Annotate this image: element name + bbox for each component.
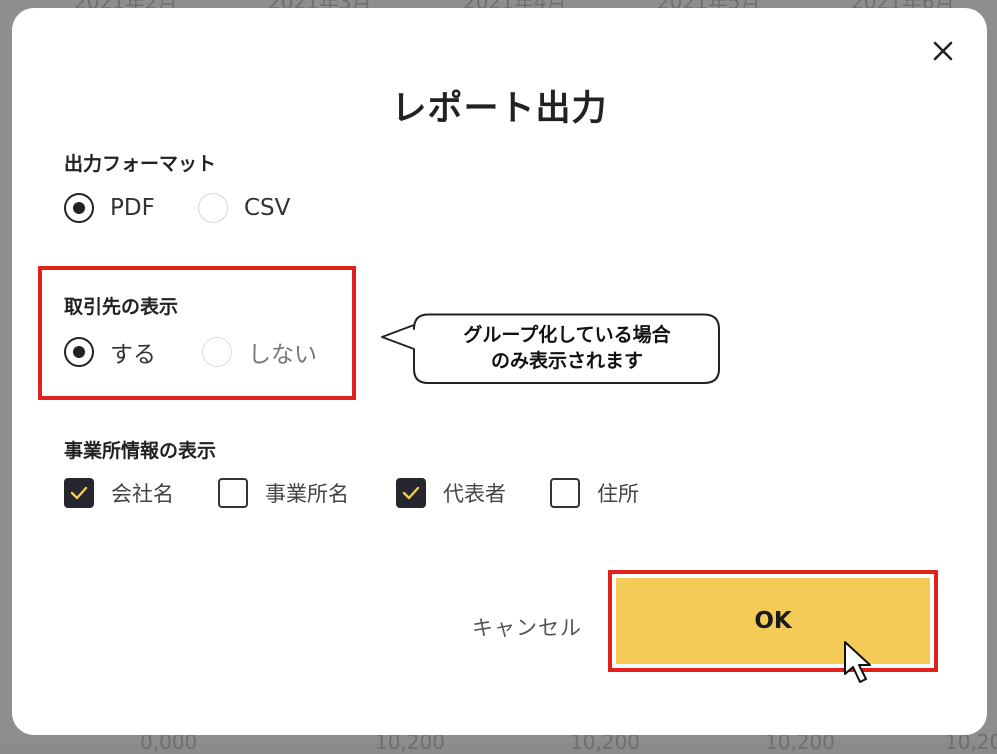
report-output-dialog: レポート出力 出力フォーマット PDF CSV 取引先の表示 する しない グル… <box>12 8 987 735</box>
close-button[interactable] <box>928 36 958 66</box>
checkbox-option-address[interactable]: 住所 <box>550 478 639 508</box>
cancel-button[interactable]: キャンセル <box>452 612 602 646</box>
mouse-cursor-icon <box>844 641 871 683</box>
radio-button-selected[interactable] <box>64 193 94 223</box>
ok-button[interactable]: OK <box>616 578 930 664</box>
radio-label-csv: CSV <box>244 195 291 221</box>
output-format-label: 出力フォーマット <box>64 153 217 175</box>
radio-option-pdf[interactable]: PDF <box>64 193 155 223</box>
office-info-display-label: 事業所情報の表示 <box>64 440 217 462</box>
checkbox-option-representative[interactable]: 代表者 <box>396 478 506 508</box>
checkbox-checked[interactable] <box>396 478 426 508</box>
checkbox-unchecked[interactable] <box>218 478 248 508</box>
callout-tooltip: グループ化している場合 のみ表示されます <box>380 313 722 385</box>
radio-option-csv[interactable]: CSV <box>198 193 290 223</box>
radio-option-show[interactable]: する <box>64 335 156 369</box>
counterparty-display-label: 取引先の表示 <box>64 296 179 318</box>
radio-label-show: する <box>110 342 156 368</box>
checkbox-checked[interactable] <box>64 478 94 508</box>
checkbox-unchecked[interactable] <box>550 478 580 508</box>
radio-button-unselected[interactable] <box>198 193 228 223</box>
close-icon <box>933 41 953 61</box>
callout-line-2: のみ表示されます <box>490 350 643 372</box>
radio-option-hide[interactable]: しない <box>202 335 317 369</box>
checkbox-option-office-name[interactable]: 事業所名 <box>218 478 349 508</box>
checkbox-label-address: 住所 <box>597 482 639 506</box>
checkbox-label-representative: 代表者 <box>443 482 506 506</box>
radio-label-pdf: PDF <box>110 195 155 221</box>
highlight-counterparty-section <box>38 266 356 400</box>
checkbox-label-office-name: 事業所名 <box>265 482 349 506</box>
radio-button-unselected[interactable] <box>202 337 232 367</box>
checkbox-label-company-name: 会社名 <box>111 482 174 506</box>
callout-text: グループ化している場合 のみ表示されます <box>416 322 718 374</box>
checkmark-icon <box>70 486 88 500</box>
callout-line-1: グループ化している場合 <box>463 324 671 346</box>
radio-label-hide: しない <box>248 342 317 368</box>
checkbox-option-company-name[interactable]: 会社名 <box>64 478 174 508</box>
dialog-title: レポート出力 <box>391 89 608 129</box>
checkmark-icon <box>402 486 420 500</box>
radio-button-selected[interactable] <box>64 337 94 367</box>
